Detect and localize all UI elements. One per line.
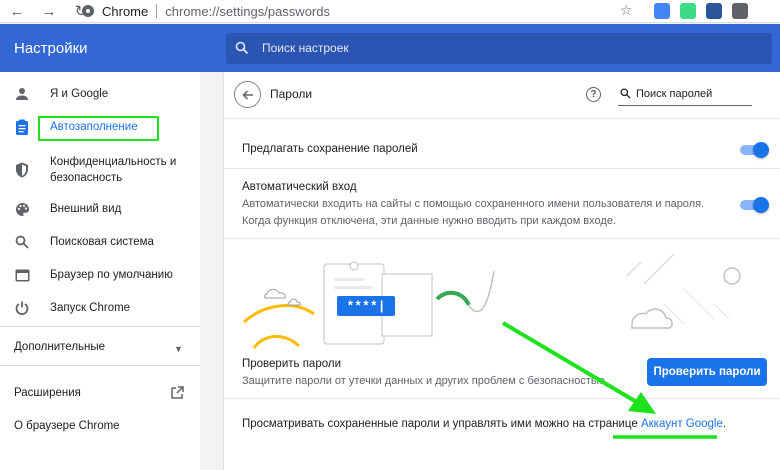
sidebar-advanced[interactable]: Дополнительные xyxy=(14,341,105,353)
auto-signin-description-2: Когда функция отключена, эти данные нужн… xyxy=(242,215,616,227)
auto-signin-label: Автоматический вход xyxy=(242,181,357,193)
browser-toolbar: ← → ↻ Chrome chrome://settings/passwords… xyxy=(0,0,780,23)
sidebar-item-privacy[interactable]: Конфиденциальность и безопасность xyxy=(0,152,200,188)
offer-save-label: Предлагать сохранение паролей xyxy=(242,143,418,155)
passwords-title: Пароли xyxy=(270,87,313,101)
settings-search-input[interactable]: Поиск настроек xyxy=(226,33,772,64)
auto-signin-description-1: Автоматически входить на сайты с помощью… xyxy=(242,198,705,210)
translate-extension-icon[interactable] xyxy=(654,3,670,19)
shield-icon xyxy=(14,162,30,178)
autofill-highlight-annotation xyxy=(38,116,159,141)
omnibox-chip: Chrome xyxy=(102,3,149,19)
sidebar-extensions[interactable]: Расширения xyxy=(14,387,81,399)
manage-passwords-text: Просматривать сохраненные пароли и управ… xyxy=(242,418,726,430)
card-divider xyxy=(224,238,780,239)
browser-icon xyxy=(14,267,30,283)
back-arrow-icon[interactable]: ← xyxy=(6,0,28,22)
sidebar-item-you-and-google[interactable]: Я и Google xyxy=(0,79,200,109)
sidebar-item-default-browser[interactable]: Браузер по умолчанию xyxy=(0,260,200,290)
open-in-new-icon[interactable] xyxy=(171,386,184,399)
check-passwords-button[interactable]: Проверить пароли xyxy=(647,358,767,386)
search-placeholder: Поиск настроек xyxy=(262,41,349,55)
sidebar-item-label: Браузер по умолчанию xyxy=(50,269,173,281)
chevron-down-icon[interactable]: ▼ xyxy=(174,344,183,354)
illustration-password: ****| xyxy=(346,299,385,314)
back-arrow-icon xyxy=(241,89,253,100)
passwords-card: Пароли ? Поиск паролей Предлагать сохран… xyxy=(224,72,780,470)
url-text: chrome://settings/passwords xyxy=(165,3,330,19)
manage-passwords-period: . xyxy=(722,418,727,430)
clipboard-icon xyxy=(14,119,30,135)
sidebar-divider xyxy=(0,326,200,327)
sidebar-item-label: Поисковая система xyxy=(50,236,154,248)
sidebar-item-search-engine[interactable]: Поисковая система xyxy=(0,227,200,257)
help-icon[interactable]: ? xyxy=(586,87,601,102)
search-icon xyxy=(14,234,30,250)
word-extension-icon[interactable] xyxy=(706,3,722,19)
forward-arrow-icon[interactable]: → xyxy=(38,0,60,22)
omnibox-separator xyxy=(156,4,158,18)
back-button[interactable] xyxy=(234,81,261,108)
sidebar-item-label: Запуск Chrome xyxy=(50,302,131,314)
card-divider xyxy=(224,118,780,119)
search-icon xyxy=(620,88,631,99)
sidebar-divider xyxy=(0,365,200,366)
settings-header: Настройки Поиск настроек xyxy=(0,24,780,72)
sidebar-item-label: Я и Google xyxy=(50,88,109,100)
palette-icon xyxy=(14,201,30,217)
auto-signin-toggle[interactable] xyxy=(740,197,769,213)
sidebar-item-on-startup[interactable]: Запуск Chrome xyxy=(0,293,200,323)
manage-passwords-label: Просматривать сохраненные пароли и управ… xyxy=(242,418,638,430)
google-account-link[interactable]: Аккаунт Google xyxy=(641,418,723,430)
sidebar-item-label: Конфиденциальность и безопасность xyxy=(50,156,177,184)
page-title: Настройки xyxy=(14,40,88,57)
check-passwords-title: Проверить пароли xyxy=(242,358,342,370)
sidebar-item-appearance[interactable]: Внешний вид xyxy=(0,194,200,224)
card-divider xyxy=(224,168,780,169)
chrome-info-icon xyxy=(82,5,94,17)
search-icon xyxy=(235,41,249,55)
person-icon xyxy=(14,86,30,102)
misc-extension-icon[interactable] xyxy=(732,3,748,19)
password-search-input[interactable]: Поиск паролей xyxy=(618,82,752,106)
card-divider xyxy=(224,398,780,399)
bookmark-star-icon[interactable]: ☆ xyxy=(620,2,633,19)
offer-save-toggle[interactable] xyxy=(740,142,769,158)
sidebar-about[interactable]: О браузере Chrome xyxy=(14,420,120,432)
sidebar: Я и Google Автозаполнение Конфиденциальн… xyxy=(0,72,200,470)
password-search-placeholder: Поиск паролей xyxy=(636,88,713,100)
power-icon xyxy=(14,300,30,316)
android-extension-icon[interactable] xyxy=(680,3,696,19)
sidebar-item-label: Внешний вид xyxy=(50,203,122,215)
password-check-illustration: ****| xyxy=(242,253,741,349)
check-passwords-description: Защитите пароли от утечки данных и други… xyxy=(242,375,608,387)
address-bar[interactable]: Chrome chrome://settings/passwords xyxy=(82,1,647,21)
